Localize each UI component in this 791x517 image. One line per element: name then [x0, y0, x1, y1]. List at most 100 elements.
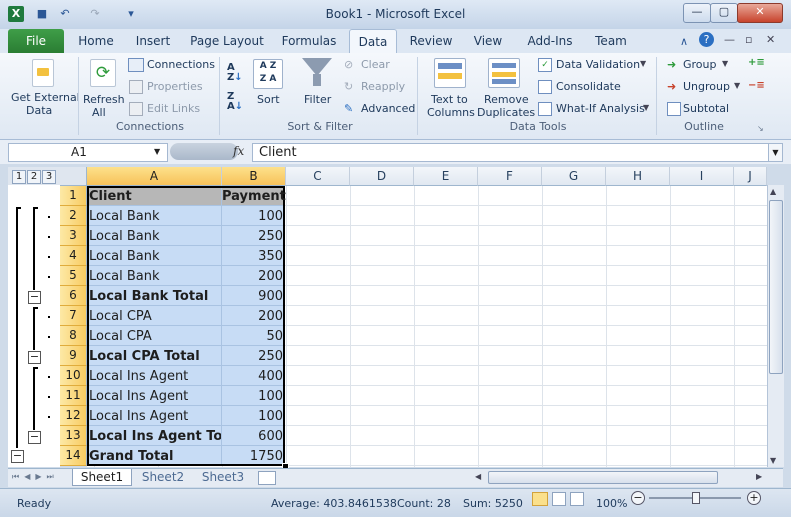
name-box[interactable]: A1	[8, 143, 168, 162]
row-header[interactable]: 8	[60, 326, 87, 346]
refresh-all-label-2[interactable]: All	[92, 106, 106, 119]
insert-function-icon[interactable]: fx	[233, 144, 244, 158]
column-header-a[interactable]: A	[87, 167, 222, 186]
maximize-button[interactable]: ▢	[710, 3, 738, 23]
row-header[interactable]: 2	[60, 206, 87, 226]
page-break-view-icon[interactable]	[570, 492, 584, 506]
chevron-down-icon[interactable]: ▼	[154, 147, 160, 156]
workbook-restore-icon[interactable]: ▫	[745, 33, 752, 46]
clear-button[interactable]: Clear	[361, 58, 390, 71]
advanced-filter-icon[interactable]: ✎	[344, 102, 353, 115]
cell-a10[interactable]: Local Ins Agent	[89, 367, 221, 386]
row-header[interactable]: 14	[60, 446, 87, 466]
what-if-analysis-icon[interactable]	[538, 102, 552, 116]
tab-team[interactable]: Team	[588, 29, 634, 53]
cell-a1[interactable]: Client	[89, 187, 221, 206]
data-validation-button[interactable]: Data Validation	[556, 58, 640, 71]
cell-a12[interactable]: Local Ins Agent	[89, 407, 221, 426]
outline-level-1-button[interactable]: 1	[12, 170, 26, 184]
tab-data[interactable]: Data	[349, 29, 397, 54]
workbook-minimize-icon[interactable]: —	[724, 33, 735, 46]
get-external-data-label-2[interactable]: Data	[26, 104, 52, 117]
edit-links-button[interactable]: Edit Links	[147, 102, 200, 115]
cell-b8[interactable]: 50	[222, 327, 283, 346]
cell-b2[interactable]: 100	[222, 207, 283, 226]
subtotal-button[interactable]: Subtotal	[683, 102, 729, 115]
row-header[interactable]: 3	[60, 226, 87, 246]
row-header[interactable]: 5	[60, 266, 87, 286]
cell-b7[interactable]: 200	[222, 307, 283, 326]
cell-b9[interactable]: 250	[222, 347, 283, 366]
cell-b1[interactable]: Payment	[222, 187, 286, 206]
cell-a8[interactable]: Local CPA	[89, 327, 221, 346]
cell-a3[interactable]: Local Bank	[89, 227, 221, 246]
ungroup-icon[interactable]: ➜	[667, 80, 676, 93]
tab-add-ins[interactable]: Add-Ins	[521, 29, 579, 53]
collapse-group-button[interactable]: −	[28, 431, 41, 444]
cell-a9[interactable]: Local CPA Total	[89, 347, 221, 366]
help-icon[interactable]: ?	[699, 32, 714, 47]
row-header[interactable]: 9	[60, 346, 87, 366]
tab-review[interactable]: Review	[404, 29, 458, 53]
vertical-scroll-thumb[interactable]	[769, 200, 783, 374]
sheet-tab-sheet3[interactable]: Sheet3	[196, 469, 250, 485]
cell-a6[interactable]: Local Bank Total	[89, 287, 221, 306]
zoom-out-icon[interactable]: −	[631, 491, 645, 505]
consolidate-icon[interactable]	[538, 80, 552, 94]
connections-button[interactable]: Connections	[147, 58, 215, 71]
formula-bar-splitter[interactable]	[170, 143, 238, 160]
what-if-analysis-button[interactable]: What-If Analysis	[556, 102, 645, 115]
sheet-tab-sheet1[interactable]: Sheet1	[72, 469, 132, 486]
row-header[interactable]: 7	[60, 306, 87, 326]
horizontal-scroll-thumb[interactable]	[488, 471, 718, 484]
normal-view-icon[interactable]	[532, 492, 548, 506]
row-header[interactable]: 12	[60, 406, 87, 426]
cell-b5[interactable]: 200	[222, 267, 283, 286]
insert-sheet-icon[interactable]	[258, 471, 276, 485]
filter-button[interactable]: Filter	[304, 93, 331, 106]
refresh-all-icon[interactable]: ⟳	[90, 59, 116, 87]
cell-a2[interactable]: Local Bank	[89, 207, 221, 226]
chevron-down-icon[interactable]: ▼	[722, 59, 728, 68]
formula-input[interactable]: Client	[252, 143, 774, 162]
cell-a11[interactable]: Local Ins Agent	[89, 387, 221, 406]
row-header[interactable]: 13	[60, 426, 87, 446]
cell-b4[interactable]: 350	[222, 247, 283, 266]
show-detail-icon[interactable]: +≡	[748, 57, 765, 69]
minimize-button[interactable]: —	[683, 3, 711, 23]
outline-level-3-button[interactable]: 3	[42, 170, 56, 184]
collapse-group-button[interactable]: −	[28, 291, 41, 304]
cell-a7[interactable]: Local CPA	[89, 307, 221, 326]
get-external-data-label[interactable]: Get External	[11, 91, 80, 104]
chevron-down-icon[interactable]: ▼	[643, 103, 649, 112]
cell-a13[interactable]: Local Ins Agent Total	[89, 427, 221, 446]
cell-a4[interactable]: Local Bank	[89, 247, 221, 266]
refresh-all-label[interactable]: Refresh	[83, 93, 125, 106]
tab-file[interactable]: File	[8, 29, 64, 53]
cell-b12[interactable]: 100	[222, 407, 283, 426]
cell-b14[interactable]: 1750	[222, 447, 283, 466]
chevron-down-icon[interactable]: ▼	[734, 81, 740, 90]
subtotal-icon[interactable]	[667, 102, 681, 116]
row-header[interactable]: 4	[60, 246, 87, 266]
sheet-nav-icons[interactable]: ⏮◀▶⏭	[12, 472, 59, 482]
remove-duplicates-icon[interactable]	[488, 58, 520, 88]
row-header[interactable]: 1	[60, 186, 87, 206]
zoom-in-icon[interactable]: +	[747, 491, 761, 505]
row-header[interactable]: 11	[60, 386, 87, 406]
collapse-group-button[interactable]: −	[11, 450, 24, 463]
text-to-columns-label-2[interactable]: Columns	[427, 106, 475, 119]
close-button[interactable]: ✕	[737, 3, 783, 23]
column-header-e[interactable]: E	[414, 167, 478, 186]
tab-formulas[interactable]: Formulas	[278, 29, 340, 53]
text-to-columns-label[interactable]: Text to	[431, 93, 468, 106]
text-to-columns-icon[interactable]	[434, 58, 466, 88]
sort-button[interactable]: Sort	[257, 93, 280, 106]
column-header-d[interactable]: D	[350, 167, 414, 186]
workbook-close-icon[interactable]: ✕	[766, 33, 775, 46]
group-icon[interactable]: ➜	[667, 58, 676, 71]
column-header-h[interactable]: H	[606, 167, 670, 186]
column-header-f[interactable]: F	[478, 167, 542, 186]
reapply-button[interactable]: Reapply	[361, 80, 405, 93]
tab-page-layout[interactable]: Page Layout	[186, 29, 268, 53]
